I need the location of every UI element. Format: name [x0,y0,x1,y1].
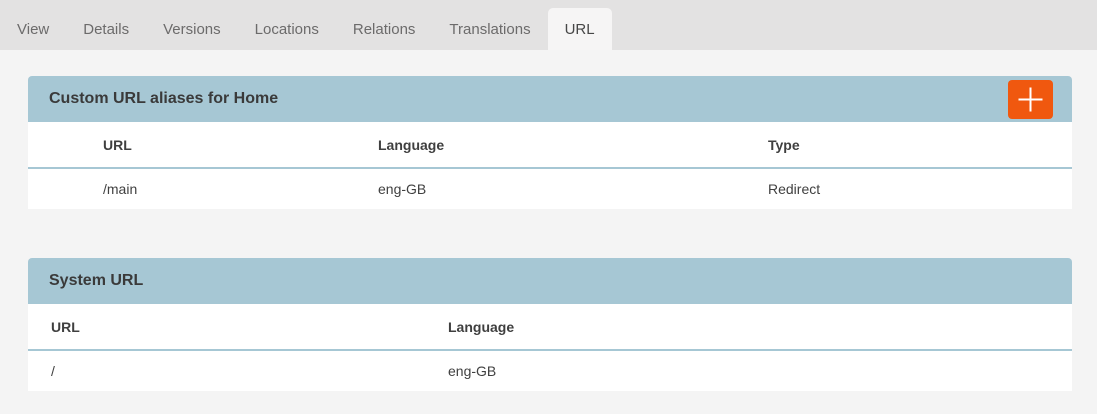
column-header-url: URL [28,122,378,168]
alias-url-cell: /main [28,168,378,209]
custom-url-aliases-panel-title: Custom URL aliases for Home [49,90,278,108]
system-url-panel-title: System URL [49,272,143,290]
system-url-table: URL Language / eng-GB [28,304,1072,391]
tab-details[interactable]: Details [66,8,146,50]
column-header-url: URL [28,304,448,350]
tab-versions[interactable]: Versions [146,8,238,50]
tab-translations[interactable]: Translations [432,8,547,50]
alias-type-cell: Redirect [768,168,1072,209]
custom-url-aliases-table: URL Language Type /main eng-GB Redirect [28,122,1072,209]
table-row: /main eng-GB Redirect [28,168,1072,209]
plus-icon [1017,86,1044,113]
content-tab-bar: View Details Versions Locations Relation… [0,0,1097,50]
tab-url[interactable]: URL [548,8,612,50]
custom-url-aliases-panel-header: Custom URL aliases for Home [28,76,1072,122]
system-url-cell: / [28,350,448,391]
system-url-panel: System URL URL Language / eng-GB [28,258,1072,391]
system-language-cell: eng-GB [448,350,1072,391]
tab-view[interactable]: View [0,8,66,50]
alias-language-cell: eng-GB [378,168,768,209]
table-header-row: URL Language Type [28,122,1072,168]
tab-relations[interactable]: Relations [336,8,433,50]
column-header-type: Type [768,122,1072,168]
custom-url-aliases-panel: Custom URL aliases for Home URL Language… [28,76,1072,209]
system-url-panel-header: System URL [28,258,1072,304]
add-url-alias-button[interactable] [1008,80,1053,119]
column-header-language: Language [448,304,1072,350]
table-row: / eng-GB [28,350,1072,391]
column-header-language: Language [378,122,768,168]
table-header-row: URL Language [28,304,1072,350]
url-tab-content: Custom URL aliases for Home URL Language… [0,50,1097,391]
tab-locations[interactable]: Locations [238,8,336,50]
